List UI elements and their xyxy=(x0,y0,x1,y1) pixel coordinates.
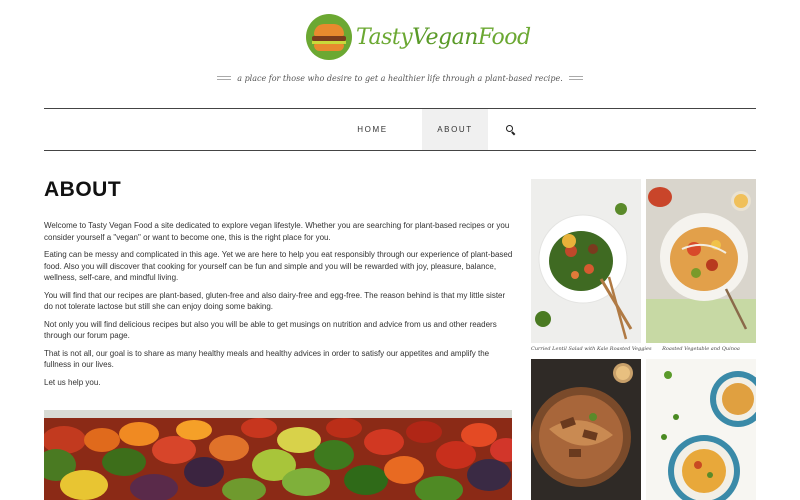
logo-word-tasty: Tasty xyxy=(356,24,413,50)
nav-item-about[interactable]: ABOUT xyxy=(422,109,488,150)
nav-item-home-label: HOME xyxy=(357,125,388,134)
about-paragraph-1: Welcome to Tasty Vegan Food a site dedic… xyxy=(44,221,510,242)
tagline-divider-left xyxy=(217,76,232,80)
nav-search-button[interactable] xyxy=(488,109,532,150)
recipe-image-3 xyxy=(531,359,641,500)
site-logo[interactable]: TastyVeganFood xyxy=(306,12,531,62)
about-content: ABOUT Welcome to Tasty Vegan Food a site… xyxy=(44,178,514,394)
logo-word-food: Food xyxy=(477,24,531,50)
tagline-divider-right xyxy=(568,76,583,80)
search-icon xyxy=(505,125,515,136)
recipe-gallery: Curried Lentil Salad with Kale Roasted V… xyxy=(531,179,756,500)
nav-item-home[interactable]: HOME xyxy=(323,109,422,150)
page-title: ABOUT xyxy=(44,178,122,201)
recipe-image-4 xyxy=(646,359,756,500)
recipe-image-2 xyxy=(646,179,756,343)
site-tagline: a place for those who desire to get a he… xyxy=(237,73,563,83)
tagline-row: a place for those who desire to get a he… xyxy=(217,70,583,86)
recipe-tile-4[interactable] xyxy=(646,359,756,500)
recipe-caption-2: Roasted Vegetable and Quinoa xyxy=(662,346,740,352)
logo-word-vegan: Vegan xyxy=(412,24,478,50)
about-paragraph-2: Eating can be messy and complicated in t… xyxy=(44,250,513,282)
about-paragraph-4: Not only you will find delicious recipes… xyxy=(44,319,497,341)
recipe-image-1 xyxy=(531,179,641,343)
recipe-tile-3[interactable] xyxy=(531,359,641,500)
logo-wordmark: TastyVeganFood xyxy=(356,25,531,50)
nav-item-about-label: ABOUT xyxy=(437,125,473,134)
vegetables-banner-image xyxy=(44,410,512,500)
recipe-caption-1: Curried Lentil Salad with Kale Roasted V… xyxy=(531,346,652,352)
about-paragraph-3: You will find that our recipes are plant… xyxy=(44,290,506,312)
main-nav: HOME ABOUT xyxy=(44,108,756,151)
about-paragraph-6: Let us help you. xyxy=(44,377,101,387)
recipe-tile-2[interactable] xyxy=(646,179,756,343)
recipe-tile-1[interactable] xyxy=(531,179,641,343)
burger-logo-icon xyxy=(306,14,352,60)
about-paragraph-5: That is not all, our goal is to share as… xyxy=(44,348,490,370)
site-header: TastyVeganFood a place for those who des… xyxy=(0,0,800,100)
